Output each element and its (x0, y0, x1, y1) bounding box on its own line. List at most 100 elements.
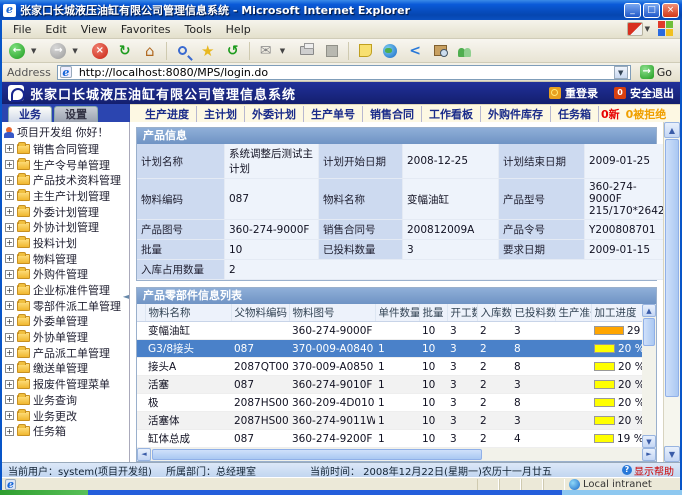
sidebar-item-business-change[interactable]: +业务更改 (2, 408, 129, 424)
sidebar-item-outsource-plan[interactable]: +外委计划管理 (2, 204, 129, 220)
sidebar-item-coop-order[interactable]: +外协单管理 (2, 329, 129, 345)
messenger-button[interactable]: < (404, 41, 426, 61)
sidebar-item-parts-dispatch[interactable]: +零部件派工单管理 (2, 298, 129, 314)
pdf-dropdown-caret[interactable]: ▼ (645, 25, 650, 33)
col-header[interactable]: 生产准备 (555, 304, 591, 322)
scroll-thumb[interactable] (643, 318, 655, 346)
expand-icon[interactable]: + (5, 348, 14, 357)
expand-icon[interactable]: + (5, 301, 14, 310)
sidebar-item-business-query[interactable]: +业务查询 (2, 392, 129, 408)
home-button[interactable]: ⌂ (139, 41, 161, 61)
sidebar-item-delivery-note[interactable]: +缴送单管理 (2, 361, 129, 377)
col-header[interactable]: 物料名称 (145, 304, 231, 322)
expand-icon[interactable]: + (5, 270, 14, 279)
minimize-button[interactable]: _ (624, 3, 641, 18)
scroll-left-icon[interactable]: ◄ (137, 448, 151, 461)
edit-button[interactable] (321, 41, 343, 61)
notes-button[interactable] (354, 41, 376, 61)
show-help-link[interactable]: ? 显示帮助 (622, 463, 674, 478)
expand-icon[interactable]: + (5, 286, 14, 295)
go-button[interactable]: → Go (635, 65, 677, 79)
nav-work-board[interactable]: 工作看板 (422, 106, 481, 122)
favorites-button[interactable]: ★ (197, 41, 219, 61)
sidebar-item-outsource-order[interactable]: +外委单管理 (2, 314, 129, 330)
tab-settings[interactable]: 设置 (54, 106, 98, 122)
windows-taskbar[interactable] (0, 490, 682, 495)
sidebar-item-product-dispatch[interactable]: +产品派工单管理 (2, 345, 129, 361)
expand-icon[interactable]: + (5, 395, 14, 404)
page-vertical-scrollbar[interactable]: ▲ ▼ (663, 122, 680, 462)
parts-vertical-scrollbar[interactable]: ▲ ▼ (642, 304, 656, 448)
close-button[interactable]: × (662, 3, 679, 18)
col-header[interactable]: 批量 (419, 304, 447, 322)
expand-icon[interactable]: + (5, 411, 14, 420)
relogin-button[interactable]: 重登录 (549, 85, 598, 101)
expand-icon[interactable]: + (5, 207, 14, 216)
contacts-button[interactable] (454, 41, 476, 61)
table-row-selected[interactable]: G3/8接头087370-009-A084011032820 % (137, 340, 643, 358)
forward-dropdown-caret[interactable]: ▼ (72, 47, 77, 55)
nav-production-progress[interactable]: 生产进度 (138, 106, 197, 122)
search-button[interactable] (172, 41, 194, 61)
address-dropdown-caret[interactable]: ▼ (614, 66, 628, 79)
logout-button[interactable]: 0 安全退出 (614, 85, 674, 101)
sidebar-item-material-mgmt[interactable]: +物料管理 (2, 251, 129, 267)
expand-icon[interactable]: + (5, 317, 14, 326)
expand-icon[interactable]: + (5, 176, 14, 185)
sidebar-item-sales-contract[interactable]: +销售合同管理 (2, 141, 129, 157)
scroll-right-icon[interactable]: ► (642, 448, 656, 461)
menu-file[interactable]: File (6, 21, 38, 38)
adobe-pdf-icon[interactable] (627, 22, 643, 36)
col-header[interactable]: 已投料数 (511, 304, 555, 322)
table-row[interactable]: 活塞体2087HS002360-274-9011W11032320 % (137, 412, 643, 430)
mail-button[interactable]: ✉ (255, 41, 277, 61)
scroll-up-icon[interactable]: ▲ (642, 304, 656, 317)
col-header[interactable]: 父物料编码 (231, 304, 289, 322)
sidebar-item-tech-docs[interactable]: +产品技术资料管理 (2, 172, 129, 188)
nav-master-plan[interactable]: 主计划 (197, 106, 245, 122)
sidebar-item-task-box[interactable]: +任务箱 (2, 423, 129, 439)
print-button[interactable] (296, 41, 318, 61)
menu-tools[interactable]: Tools (178, 21, 219, 38)
col-header[interactable]: 物料图号 (289, 304, 375, 322)
sidebar-splitter-arrow[interactable]: ◄ (123, 292, 129, 301)
table-row[interactable]: 变幅油缸360-274-9000F1032329 % (137, 322, 643, 340)
scroll-up-icon[interactable]: ▲ (664, 122, 680, 138)
menu-edit[interactable]: Edit (38, 21, 73, 38)
menu-help[interactable]: Help (219, 21, 258, 38)
menu-view[interactable]: View (74, 21, 114, 38)
start-button-edge[interactable] (0, 490, 88, 495)
col-header[interactable]: 入库数 (477, 304, 511, 322)
scroll-down-icon[interactable]: ▼ (664, 446, 680, 462)
refresh-button[interactable]: ↻ (114, 41, 136, 61)
sidebar-item-production-order[interactable]: +生产令号单管理 (2, 157, 129, 173)
nav-production-order[interactable]: 生产单号 (304, 106, 363, 122)
expand-icon[interactable]: + (5, 238, 14, 247)
nav-task-box[interactable]: 任务箱 (551, 106, 599, 122)
expand-icon[interactable]: + (5, 223, 14, 232)
nav-sales-contract[interactable]: 销售合同 (363, 106, 422, 122)
expand-icon[interactable]: + (5, 144, 14, 153)
menu-favorites[interactable]: Favorites (114, 21, 178, 38)
back-dropdown-caret[interactable]: ▼ (31, 47, 36, 55)
expand-icon[interactable]: + (5, 364, 14, 373)
sidebar-item-coop-plan[interactable]: +外协计划管理 (2, 219, 129, 235)
address-input[interactable]: e http://localhost:8080/MPS/login.do ▼ (57, 65, 631, 80)
maximize-button[interactable]: □ (643, 3, 660, 18)
expand-icon[interactable]: + (5, 427, 14, 436)
sidebar-item-feeding-plan[interactable]: +投料计划 (2, 235, 129, 251)
expand-icon[interactable]: + (5, 333, 14, 342)
expand-icon[interactable]: + (5, 380, 14, 389)
sidebar-item-master-plan[interactable]: +主生产计划管理 (2, 188, 129, 204)
research-button[interactable] (429, 41, 451, 61)
tab-business[interactable]: 业务 (8, 106, 52, 122)
history-button[interactable]: ↺ (222, 41, 244, 61)
col-header[interactable]: 单件数量 (375, 304, 419, 322)
sidebar-item-purchased-parts[interactable]: +外购件管理 (2, 267, 129, 283)
expand-icon[interactable]: + (5, 254, 14, 263)
scroll-thumb[interactable] (665, 139, 679, 397)
back-button[interactable]: ← (6, 41, 28, 61)
forward-button[interactable]: → (47, 41, 69, 61)
table-row[interactable]: 缸体总成087360-274-9200F11032419 % (137, 430, 643, 448)
system-tray-edge[interactable] (562, 490, 682, 495)
